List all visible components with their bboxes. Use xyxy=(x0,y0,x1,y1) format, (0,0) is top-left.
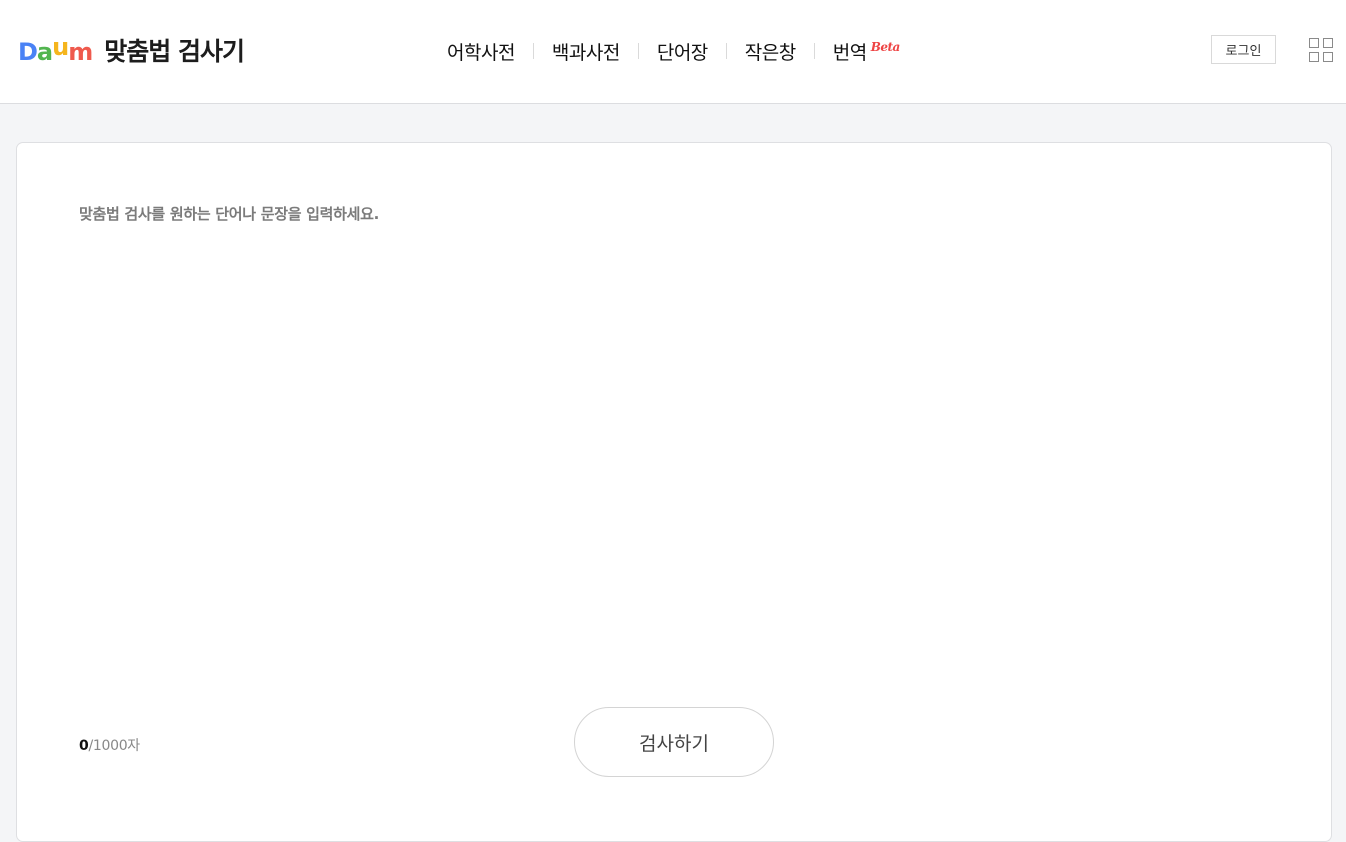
nav-item-dictionary[interactable]: 어학사전 xyxy=(447,38,515,65)
service-title: 맞춤법 검사기 xyxy=(104,37,245,66)
logo-letter-u: u xyxy=(52,33,69,61)
spell-check-input[interactable] xyxy=(79,203,1269,673)
logo-letter-d: D xyxy=(18,38,38,66)
grid-cell xyxy=(1309,38,1319,48)
grid-cell xyxy=(1323,52,1333,62)
nav-item-translate[interactable]: 번역 Beta xyxy=(832,38,901,65)
beta-badge: Beta xyxy=(870,40,901,54)
grid-cell xyxy=(1323,38,1333,48)
logo-letter-a: a xyxy=(36,38,53,66)
logo-letter-m: m xyxy=(68,38,93,66)
nav-item-small-window[interactable]: 작은창 xyxy=(745,38,796,65)
top-header: Daum 맞춤법 검사기 어학사전 백과사전 단어장 작은창 번역 Beta 로… xyxy=(0,0,1346,104)
char-counter: 0/1000자 xyxy=(79,735,140,755)
nav-divider xyxy=(725,43,727,59)
grid-cell xyxy=(1309,52,1319,62)
nav-item-wordbook[interactable]: 단어장 xyxy=(657,38,708,65)
main-nav: 어학사전 백과사전 단어장 작은창 번역 Beta xyxy=(447,38,900,64)
nav-item-translate-label: 번역 xyxy=(832,41,867,64)
nav-divider xyxy=(813,43,815,59)
grid-icon[interactable] xyxy=(1309,38,1333,62)
nav-item-encyclopedia[interactable]: 백과사전 xyxy=(552,38,620,65)
nav-divider xyxy=(532,43,534,59)
nav-divider xyxy=(637,43,639,59)
logo-link[interactable]: Daum 맞춤법 검사기 xyxy=(18,32,245,68)
spell-check-card: 0/1000자 검사하기 xyxy=(16,142,1332,842)
daum-logo: Daum xyxy=(18,33,93,66)
check-button[interactable]: 검사하기 xyxy=(574,707,774,777)
char-count-limit: /1000자 xyxy=(88,738,140,754)
login-button[interactable]: 로그인 xyxy=(1211,35,1276,64)
